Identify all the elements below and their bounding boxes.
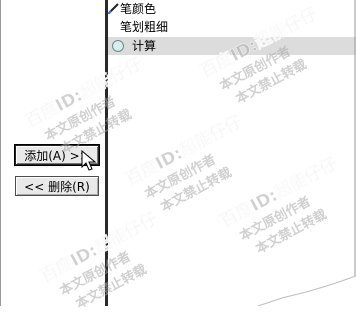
mouse-pointer-icon (81, 150, 97, 171)
left-panel: 添加(A) >> << 删除(R) (0, 0, 106, 306)
list-item[interactable]: 笔颜色 (108, 0, 356, 18)
list-item-label: 计算 (132, 39, 157, 53)
command-list[interactable]: 笔颜色 笔划粗细 计算 (108, 0, 356, 60)
watermark: 百度ID:超能仔仔 本文原创作者 本文禁止转载 (217, 153, 341, 258)
list-item[interactable]: 笔划粗细 (108, 18, 356, 36)
pen-icon (108, 3, 119, 14)
dialog-canvas: 添加(A) >> << 删除(R) 笔颜色 笔划粗细 计算 百度ID:超能仔仔 … (0, 0, 356, 312)
circle-icon (112, 40, 124, 52)
list-item-label: 笔颜色 (120, 2, 157, 16)
list-item-selected[interactable]: 计算 (108, 37, 356, 55)
list-item-label: 笔划粗细 (120, 20, 169, 34)
watermark: 百度ID:超能仔仔 本文原创作者 本文禁止转载 (122, 111, 246, 216)
delete-button[interactable]: << 删除(R) (15, 176, 99, 196)
